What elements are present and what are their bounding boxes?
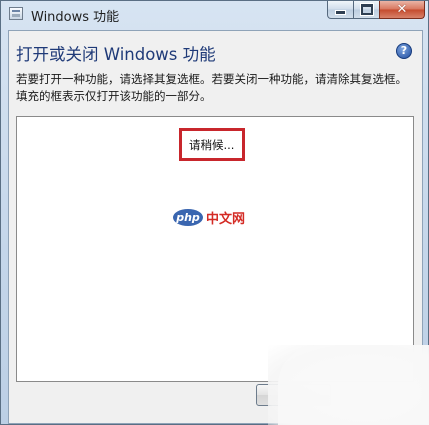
caption-buttons: ✕ bbox=[327, 1, 425, 20]
help-icon[interactable]: ? bbox=[396, 43, 412, 59]
maximize-button[interactable] bbox=[353, 1, 380, 19]
page-title: 打开或关闭 Windows 功能 bbox=[16, 45, 216, 64]
blurred-watermark-corner bbox=[268, 345, 429, 425]
feature-tree-panel[interactable]: 请稍候... php 中文网 bbox=[16, 116, 414, 382]
watermark-php-badge: php bbox=[173, 208, 203, 226]
minimize-icon bbox=[335, 10, 346, 15]
instructions-text: 若要打开一种功能，请选择其复选框。若要关闭一种功能，请清除其复选框。填充的框表示… bbox=[16, 72, 407, 103]
close-icon: ✕ bbox=[396, 1, 408, 17]
window-title: Windows 功能 bbox=[31, 10, 120, 25]
minimize-button[interactable] bbox=[327, 1, 354, 19]
watermark-logo: php 中文网 bbox=[173, 208, 246, 227]
watermark-site-text: 中文网 bbox=[206, 211, 246, 227]
title-bar[interactable]: Windows 功能 ✕ bbox=[1, 1, 428, 27]
loading-text: 请稍候... bbox=[189, 138, 235, 152]
loading-highlight: 请稍候... bbox=[179, 128, 245, 161]
app-window-icon bbox=[9, 7, 23, 20]
close-button[interactable]: ✕ bbox=[379, 1, 425, 19]
maximize-icon bbox=[359, 3, 374, 16]
